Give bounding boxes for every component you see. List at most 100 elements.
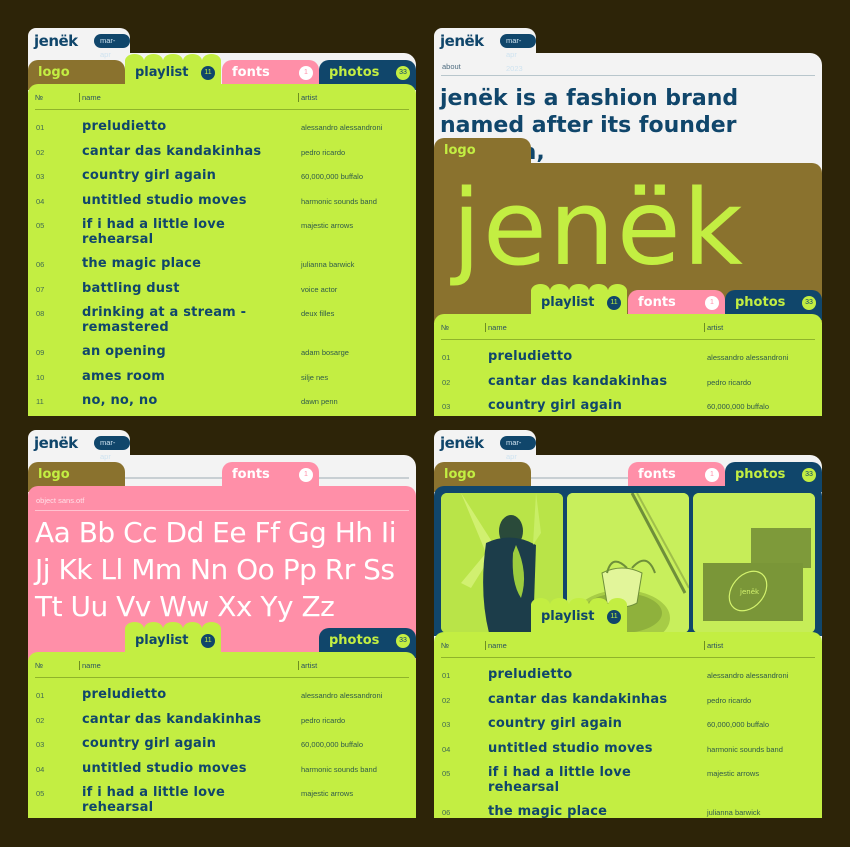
brand-logo[interactable]: jenëk <box>34 434 78 452</box>
tab-photos-label: photos <box>735 295 786 310</box>
track-artist[interactable]: 60,000,000 buffalo <box>301 172 363 181</box>
track-artist[interactable]: 60,000,000 buffalo <box>301 740 363 749</box>
tab-playlist[interactable]: playlist 11 <box>531 598 628 634</box>
track-title[interactable]: if i had a little love rehearsal <box>488 764 678 803</box>
track-row[interactable]: 01 preludietto alessandro alessandroni <box>35 118 409 143</box>
column-artist[interactable]: artist <box>298 93 317 102</box>
track-title[interactable]: country girl again <box>82 167 272 191</box>
track-row[interactable]: 02 cantar das kandakinhas pedro ricardo <box>441 691 815 716</box>
track-row[interactable]: 01 preludietto alessandro alessandroni <box>441 666 815 691</box>
track-row[interactable]: 06 the magic place julianna barwick <box>441 803 815 818</box>
track-artist[interactable]: harmonic sounds band <box>707 745 783 754</box>
column-artist[interactable]: artist <box>704 323 723 332</box>
track-title[interactable]: cantar das kandakinhas <box>488 691 678 715</box>
track-row[interactable]: 07 battling dust voice actor <box>35 280 409 305</box>
column-name[interactable]: name <box>485 323 507 332</box>
track-title[interactable]: untitled studio moves <box>82 192 272 216</box>
column-artist[interactable]: artist <box>298 661 317 670</box>
track-artist[interactable]: 60,000,000 buffalo <box>707 720 769 729</box>
track-artist[interactable]: dawn penn <box>301 397 338 406</box>
column-name[interactable]: name <box>79 93 101 102</box>
track-artist[interactable]: julianna barwick <box>707 808 760 817</box>
track-title[interactable]: cantar das kandakinhas <box>82 143 272 167</box>
track-row[interactable]: 02 cantar das kandakinhas pedro ricardo <box>35 711 409 736</box>
track-number: 04 <box>36 764 45 774</box>
track-artist[interactable]: majestic arrows <box>301 221 353 230</box>
track-title[interactable]: if i had a little love rehearsal <box>82 216 272 255</box>
track-artist[interactable]: majestic arrows <box>301 789 353 798</box>
track-row[interactable]: 04 untitled studio moves harmonic sounds b… <box>35 760 409 785</box>
track-artist[interactable]: adam bosarge <box>301 348 349 357</box>
photo-boxes[interactable]: jenëk <box>693 493 815 633</box>
track-title[interactable]: country girl again <box>488 397 678 416</box>
track-row[interactable]: 02 cantar das kandakinhas pedro ricardo <box>35 143 409 168</box>
track-title[interactable]: the magic place <box>82 255 272 279</box>
track-artist[interactable]: majestic arrows <box>707 769 759 778</box>
track-artist[interactable]: alessandro alessandroni <box>301 691 382 700</box>
track-row[interactable]: 04 untitled studio moves harmonic sounds b… <box>441 740 815 765</box>
track-title[interactable]: country girl again <box>82 735 272 759</box>
column-number[interactable]: № <box>35 93 43 102</box>
track-row[interactable]: 04 untitled studio moves harmonic sounds b… <box>35 192 409 217</box>
track-artist[interactable]: harmonic sounds band <box>301 197 377 206</box>
track-row[interactable]: 09 an opening adam bosarge <box>35 343 409 368</box>
column-name[interactable]: name <box>485 641 507 650</box>
track-title[interactable]: cantar das kandakinhas <box>488 373 678 397</box>
column-number[interactable]: № <box>441 323 449 332</box>
track-row[interactable]: 02 cantar das kandakinhas pedro ricardo <box>441 373 815 398</box>
track-row[interactable]: 01 preludietto alessandro alessandroni <box>35 686 409 711</box>
track-title[interactable]: preludietto <box>82 118 272 142</box>
track-row[interactable]: 01 preludietto alessandro alessandroni <box>441 348 815 373</box>
track-title[interactable]: if i had a little love rehearsal <box>82 784 272 818</box>
track-title[interactable]: no, no, no <box>82 392 272 416</box>
brand-logo[interactable]: jenëk <box>34 32 78 50</box>
track-artist[interactable]: alessandro alessandroni <box>301 123 382 132</box>
brand-logo[interactable]: jenëk <box>440 434 484 452</box>
track-title[interactable]: cantar das kandakinhas <box>82 711 272 735</box>
date-badge: mar-apr 2023 <box>94 34 130 73</box>
track-row[interactable]: 05 if i had a little love rehearsal majest… <box>35 784 409 818</box>
brand-logo[interactable]: jenëk <box>440 32 484 50</box>
track-artist[interactable]: pedro ricardo <box>707 696 751 705</box>
column-number[interactable]: № <box>35 661 43 670</box>
track-row[interactable]: 03 country girl again 60,000,000 buffalo <box>35 167 409 192</box>
column-number[interactable]: № <box>441 641 449 650</box>
track-title[interactable]: preludietto <box>82 686 272 710</box>
track-title[interactable]: preludietto <box>488 348 678 372</box>
track-title[interactable]: preludietto <box>488 666 678 690</box>
track-title[interactable]: the magic place <box>488 803 678 818</box>
track-row[interactable]: 08 drinking at a stream - remastered deux … <box>35 304 409 343</box>
track-title[interactable]: ames room <box>82 368 272 392</box>
track-artist[interactable]: deux filles <box>301 309 334 318</box>
track-artist[interactable]: pedro ricardo <box>301 148 345 157</box>
track-row[interactable]: 05 if i had a little love rehearsal majest… <box>441 764 815 803</box>
track-row[interactable]: 03 country girl again 60,000,000 buffalo <box>441 397 815 416</box>
track-row[interactable]: 03 country girl again 60,000,000 buffalo <box>35 735 409 760</box>
track-artist[interactable]: silje nes <box>301 373 328 382</box>
track-artist[interactable]: pedro ricardo <box>707 378 751 387</box>
track-artist[interactable]: pedro ricardo <box>301 716 345 725</box>
column-artist[interactable]: artist <box>704 641 723 650</box>
track-row[interactable]: 05 if i had a little love rehearsal majest… <box>35 216 409 255</box>
track-artist[interactable]: harmonic sounds band <box>301 765 377 774</box>
track-title[interactable]: an opening <box>82 343 272 367</box>
track-artist[interactable]: alessandro alessandroni <box>707 671 788 680</box>
track-artist[interactable]: alessandro alessandroni <box>707 353 788 362</box>
column-name[interactable]: name <box>79 661 101 670</box>
track-row[interactable]: 03 country girl again 60,000,000 buffalo <box>441 715 815 740</box>
track-row[interactable]: 11 no, no, no dawn penn <box>35 392 409 416</box>
track-title[interactable]: untitled studio moves <box>82 760 272 784</box>
tab-divider <box>319 477 409 479</box>
track-artist[interactable]: julianna barwick <box>301 260 354 269</box>
track-number: 07 <box>36 284 45 294</box>
track-row[interactable]: 10 ames room silje nes <box>35 368 409 393</box>
track-row[interactable]: 06 the magic place julianna barwick <box>35 255 409 280</box>
track-title[interactable]: drinking at a stream - remastered <box>82 304 272 343</box>
track-title[interactable]: battling dust <box>82 280 272 304</box>
track-number: 08 <box>36 309 45 318</box>
track-artist[interactable]: voice actor <box>301 285 337 294</box>
track-title[interactable]: country girl again <box>488 715 678 739</box>
track-title[interactable]: untitled studio moves <box>488 740 678 764</box>
logo-wordmark: jenëk <box>452 167 746 289</box>
track-artist[interactable]: 60,000,000 buffalo <box>707 402 769 411</box>
